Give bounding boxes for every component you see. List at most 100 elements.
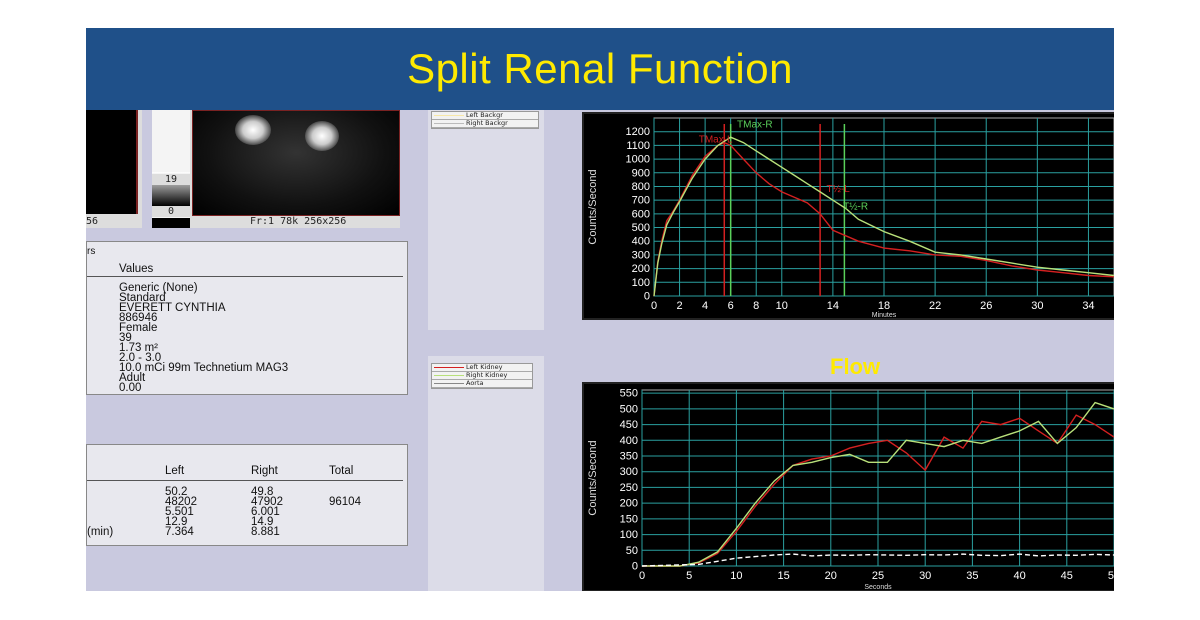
- x-tick-label: 50: [1108, 570, 1114, 582]
- results-divider: [87, 480, 403, 481]
- patient-info-panel: rs Values Generic (None) Standard EVERETT …: [86, 241, 408, 395]
- intensity-scale: 19 0: [152, 110, 190, 228]
- y-tick-label: 400: [632, 236, 650, 248]
- y-tick-label: 100: [620, 529, 638, 541]
- y-tick-label: 1200: [626, 126, 650, 138]
- x-tick-label: 0: [639, 570, 645, 582]
- slide: Split Renal Function 56 19 0 Fr:1 78k 25…: [86, 28, 1114, 591]
- y-tick-label: 550: [620, 388, 638, 400]
- y-tick-label: 0: [644, 291, 650, 303]
- flow-chart: 0 50 100 150 200 250 300 350 400 450 500 550 0 5 10 15 2…: [584, 384, 1114, 591]
- x-tick-label: 30: [1031, 300, 1043, 312]
- x-tick-label: 2: [676, 300, 682, 312]
- y-tick-label: 600: [632, 208, 650, 220]
- y-tick-label: 200: [632, 263, 650, 275]
- x-tick-label: 8: [753, 300, 759, 312]
- y-tick-label: 450: [620, 419, 638, 431]
- y-tick-label: 350: [620, 451, 638, 463]
- x-tick-label: 5: [686, 570, 692, 582]
- image-panel-left: 56: [86, 110, 142, 228]
- y-tick-label: 500: [632, 222, 650, 234]
- y-tick-label: 300: [620, 466, 638, 478]
- scale-foot: [152, 218, 190, 228]
- legend-label: Left Backgr: [466, 111, 503, 119]
- results-row: (min) 7.364 8.881: [87, 526, 407, 538]
- info-header-divider: [87, 276, 403, 277]
- y-tick-label: 500: [620, 403, 638, 415]
- legend-item: Right Backgr: [432, 120, 538, 128]
- y-tick-label: 150: [620, 513, 638, 525]
- renal-image-left: [86, 110, 138, 214]
- x-axis-label: Minutes: [872, 312, 897, 318]
- y-tick-label: 50: [626, 545, 638, 557]
- chart-annotation: TMax-L: [699, 135, 733, 146]
- y-tick-label: 400: [620, 435, 638, 447]
- right-kidney-blob: [305, 121, 339, 151]
- y-axis-label: Counts/Second: [587, 169, 599, 244]
- left-kidney-blob: [235, 115, 271, 145]
- results-column-header: Right: [251, 465, 278, 477]
- y-tick-label: 900: [632, 167, 650, 179]
- x-tick-label: 22: [929, 300, 941, 312]
- info-value: 0.00: [119, 382, 142, 394]
- legend-swatch: [434, 115, 464, 116]
- renogram-chart-panel: 0 100 200 300 400 500 600 700 800 900 1000 1100 1200…: [582, 112, 1114, 320]
- x-tick-label: 45: [1061, 570, 1073, 582]
- x-tick-label: 18: [878, 300, 890, 312]
- renal-scan-frame: Fr:1 78k 256x256: [190, 110, 400, 228]
- legend-label: Left Kidney: [466, 363, 503, 371]
- legend-item: Aorta: [432, 380, 532, 388]
- results-column-header: Total: [329, 465, 354, 477]
- legend-label: Right Kidney: [466, 371, 508, 379]
- x-axis-label: Seconds: [864, 584, 892, 590]
- x-tick-label: 14: [827, 300, 839, 312]
- x-tick-label: 20: [825, 570, 837, 582]
- y-axis-label: Counts/Second: [587, 440, 599, 515]
- legend-swatch: [434, 123, 464, 124]
- legend-swatch: [434, 375, 464, 376]
- legend-swatch: [434, 383, 464, 384]
- results-panel: Left Right Total 50.2 49.8 48202 47902 96104 5.…: [86, 444, 408, 546]
- chart-annotation: T½-R: [843, 202, 868, 213]
- x-tick-label: 30: [919, 570, 931, 582]
- renal-scan-image: [192, 110, 400, 216]
- results-row: 48202 47902 96104: [87, 496, 407, 508]
- y-tick-label: 200: [620, 498, 638, 510]
- legend-top: Left Backgr Right Backgr: [431, 111, 539, 129]
- results-cell-right: 8.881: [251, 526, 280, 538]
- y-tick-label: 1100: [626, 140, 650, 152]
- y-tick-label: 1000: [626, 154, 650, 166]
- results-column-header: Left: [165, 465, 185, 477]
- legend-label: Right Backgr: [466, 119, 508, 127]
- chart-annotation: T½-L: [827, 184, 851, 195]
- legend-label: Aorta: [466, 379, 484, 387]
- flow-chart-panel: 0 50 100 150 200 250 300 350 400 450 500 550 0 5 10 15 2…: [582, 382, 1114, 591]
- y-tick-label: 800: [632, 181, 650, 193]
- x-tick-label: 40: [1013, 570, 1025, 582]
- x-tick-label: 26: [980, 300, 992, 312]
- x-tick-label: 10: [776, 300, 788, 312]
- info-header-partial: rs: [87, 246, 96, 257]
- results-row: 5.501 6.001: [87, 506, 407, 518]
- renogram-chart: 0100200300400500600700800900100011001200…: [584, 114, 1114, 319]
- x-tick-label: 4: [702, 300, 708, 312]
- results-header: Left Right Total: [87, 465, 407, 480]
- legend-bottom: Left Kidney Right Kidney Aorta: [431, 363, 533, 389]
- x-tick-label: 35: [966, 570, 978, 582]
- y-tick-label: 250: [620, 482, 638, 494]
- image-caption-partial: 56: [86, 216, 99, 227]
- y-tick-label: 300: [632, 249, 650, 261]
- flow-chart-title: Flow: [830, 354, 881, 379]
- scale-max-label: 19: [152, 174, 190, 185]
- x-tick-label: 15: [777, 570, 789, 582]
- legend-column-top: [428, 110, 544, 330]
- x-tick-label: 0: [651, 300, 657, 312]
- info-column-header: Values: [119, 263, 154, 275]
- x-tick-label: 25: [872, 570, 884, 582]
- x-tick-label: 10: [730, 570, 742, 582]
- y-tick-label: 700: [632, 195, 650, 207]
- x-tick-label: 34: [1082, 300, 1094, 312]
- results-cell-label: (min): [87, 526, 114, 538]
- scale-min-label: 0: [152, 206, 190, 217]
- y-tick-label: 0: [632, 561, 638, 573]
